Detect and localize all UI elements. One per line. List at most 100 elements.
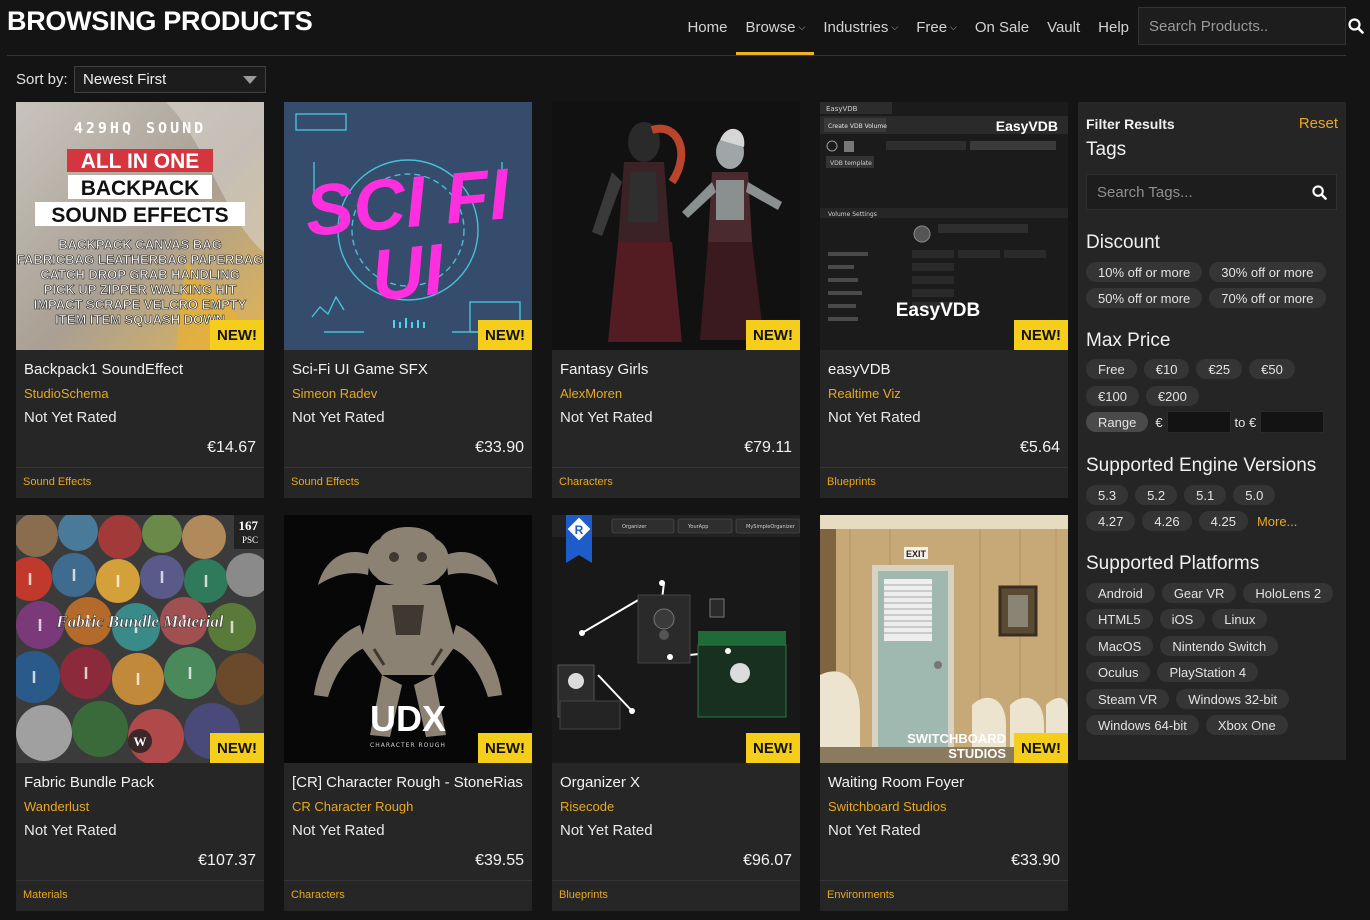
product-title[interactable]: Organizer X [560,774,640,791]
discount-chip[interactable]: 70% off or more [1209,288,1326,308]
platform-chip[interactable]: Android [1086,583,1155,603]
product-thumbnail[interactable]: EXIT SWITCHBOARD STUDIOS NEW! [820,515,1068,763]
product-card[interactable]: EXIT SWITCHBOARD STUDIOS NEW! Waiting Ro… [820,515,1068,911]
platform-chips: Oculus PlayStation 4 [1086,662,1259,682]
product-seller[interactable]: Risecode [560,799,614,814]
engine-chip[interactable]: 5.0 [1233,485,1276,505]
platform-chip[interactable]: iOS [1159,609,1206,629]
product-category[interactable]: Characters [559,476,613,488]
product-card[interactable]: R Organizer YourApp MySimpleOrganizer NE… [552,515,800,911]
product-category[interactable]: Characters [291,889,345,901]
platform-chip[interactable]: HTML5 [1086,609,1153,629]
platform-chip[interactable]: Linux [1212,609,1268,629]
nav-home[interactable]: Home [678,0,736,55]
reset-filters-link[interactable]: Reset [1299,115,1338,132]
search-icon[interactable] [1348,8,1364,44]
product-rating: Not Yet Rated [24,822,117,839]
nav-vault[interactable]: Vault [1038,0,1089,55]
product-seller[interactable]: StudioSchema [24,386,109,401]
platform-chip[interactable]: Windows 64-bit [1086,715,1199,735]
product-seller[interactable]: CR Character Rough [292,799,413,814]
product-card[interactable]: SCI FI UI NEW! Sci-Fi UI Game SFX Simeon… [284,102,532,498]
nav-vault-label: Vault [1047,19,1081,36]
platform-chip[interactable]: Steam VR [1086,689,1170,709]
engine-chip[interactable]: 4.27 [1086,511,1136,531]
discount-chip[interactable]: 30% off or more [1209,262,1326,282]
product-search-input[interactable] [1139,17,1348,35]
artwork-text: ALL IN ONE [81,150,200,173]
engine-chip[interactable]: 5.1 [1184,485,1227,505]
product-seller[interactable]: Realtime Viz [828,386,901,401]
product-category[interactable]: Environments [827,889,894,901]
platform-chip[interactable]: Windows 32-bit [1176,689,1290,709]
product-title[interactable]: Fabric Bundle Pack [24,774,154,791]
product-category[interactable]: Sound Effects [291,476,359,488]
product-thumbnail[interactable]: NEW! [552,102,800,350]
product-title[interactable]: [CR] Character Rough - StoneRias [292,774,523,791]
price-chip[interactable]: €25 [1196,359,1243,379]
product-thumbnail[interactable]: SCI FI UI NEW! [284,102,532,350]
product-card[interactable]: 429HQ SOUND ALL IN ONE BACKPACK SOUND EF… [16,102,264,498]
product-category[interactable]: Blueprints [827,476,876,488]
platform-chip[interactable]: HoloLens 2 [1243,583,1334,603]
nav-help[interactable]: Help [1089,0,1138,55]
product-thumbnail[interactable]: UDX CHARACTER ROUGH NEW! [284,515,532,763]
product-thumbnail[interactable]: 167 PSC Fabric Bundle Material W NEW! [16,515,264,763]
product-thumbnail[interactable]: R Organizer YourApp MySimpleOrganizer NE… [552,515,800,763]
product-title[interactable]: Backpack1 SoundEffect [24,361,183,378]
sort-select[interactable]: Newest First [74,66,266,93]
discount-chip[interactable]: 50% off or more [1086,288,1203,308]
platform-chip[interactable]: MacOS [1086,636,1154,656]
product-rating: Not Yet Rated [828,822,921,839]
engine-chip[interactable]: 4.26 [1142,511,1192,531]
platform-chip[interactable]: Nintendo Switch [1160,636,1279,656]
product-category[interactable]: Sound Effects [23,476,91,488]
product-price: €33.90 [1011,852,1060,869]
platform-chip[interactable]: PlayStation 4 [1157,662,1259,682]
card-divider [16,880,264,881]
range-chip[interactable]: Range [1086,412,1149,432]
product-category[interactable]: Blueprints [559,889,608,901]
product-thumbnail[interactable]: EasyVDB Create VDB Volume EasyVDB VDB te… [820,102,1068,350]
platform-chips: HTML5 iOS Linux [1086,609,1268,629]
engine-chip[interactable]: 5.3 [1086,485,1129,505]
product-thumbnail[interactable]: 429HQ SOUND ALL IN ONE BACKPACK SOUND EF… [16,102,264,350]
nav-free[interactable]: Free ⌵ [907,0,966,55]
artwork-text: STUDIOS [948,746,1006,761]
product-card[interactable]: 167 PSC Fabric Bundle Material W NEW! Fa… [16,515,264,911]
price-chip[interactable]: €50 [1249,359,1295,379]
engine-chip[interactable]: 4.25 [1198,511,1248,531]
nav-industries[interactable]: Industries ⌵ [814,0,907,55]
product-title[interactable]: Fantasy Girls [560,361,648,378]
range-max-input[interactable] [1260,411,1325,433]
price-chip[interactable]: €200 [1145,386,1199,406]
discount-chip[interactable]: 10% off or more [1086,262,1203,282]
product-seller[interactable]: Simeon Radev [292,386,377,401]
search-icon[interactable] [1302,174,1336,210]
product-seller[interactable]: AlexMoren [560,386,622,401]
artwork-text: FABRICBAG LEATHERBAG PAPERBAG [17,252,264,267]
platform-chip[interactable]: Xbox One [1205,715,1288,735]
product-title[interactable]: easyVDB [828,361,891,378]
product-rating: Not Yet Rated [292,822,385,839]
range-min-input[interactable] [1166,411,1231,433]
product-card[interactable]: UDX CHARACTER ROUGH NEW! [CR] Character … [284,515,532,911]
engine-chip[interactable]: 5.2 [1135,485,1178,505]
platform-chip[interactable]: Oculus [1086,662,1151,682]
product-title[interactable]: Waiting Room Foyer [828,774,964,791]
price-chip[interactable]: €10 [1143,359,1190,379]
platform-chip[interactable]: Gear VR [1161,583,1237,603]
product-title[interactable]: Sci-Fi UI Game SFX [292,361,428,378]
product-seller[interactable]: Switchboard Studios [828,799,947,814]
price-chip[interactable]: €100 [1086,386,1139,406]
price-chip[interactable]: Free [1086,359,1137,379]
product-card[interactable]: EasyVDB Create VDB Volume EasyVDB VDB te… [820,102,1068,498]
nav-browse[interactable]: Browse ⌵ [736,0,815,55]
artwork-text: SOUND EFFECTS [51,204,228,227]
tag-search-input[interactable] [1087,183,1302,201]
product-seller[interactable]: Wanderlust [24,799,89,814]
product-card[interactable]: NEW! Fantasy Girls AlexMoren Not Yet Rat… [552,102,800,498]
product-category[interactable]: Materials [23,889,68,901]
nav-on-sale[interactable]: On Sale [966,0,1038,55]
more-engines-link[interactable]: More... [1257,514,1297,529]
